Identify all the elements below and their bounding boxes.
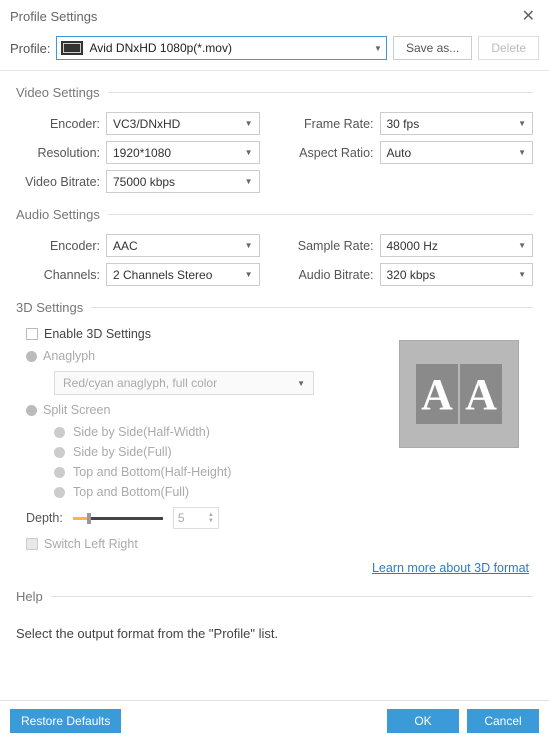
tb-full-label: Top and Bottom(Full) bbox=[73, 485, 189, 499]
depth-slider bbox=[73, 517, 163, 520]
chevron-down-icon: ▼ bbox=[518, 270, 526, 279]
chevron-down-icon: ▼ bbox=[245, 177, 253, 186]
profile-select[interactable]: Avid DNxHD 1080p(*.mov) ▼ bbox=[56, 36, 386, 60]
anaglyph-label: Anaglyph bbox=[43, 349, 95, 363]
resolution-select[interactable]: 1920*1080▼ bbox=[106, 141, 260, 164]
depth-stepper: 5 ▲▼ bbox=[173, 507, 219, 529]
divider bbox=[91, 307, 533, 308]
divider bbox=[108, 92, 533, 93]
enable-3d-checkbox[interactable] bbox=[26, 328, 38, 340]
divider bbox=[108, 214, 533, 215]
profile-format-icon bbox=[61, 41, 83, 55]
tb-half-radio bbox=[54, 467, 65, 478]
switch-lr-label: Switch Left Right bbox=[44, 537, 138, 551]
chevron-down-icon: ▼ bbox=[245, 119, 253, 128]
chevron-down-icon: ▼ bbox=[245, 148, 253, 157]
channels-select[interactable]: 2 Channels Stereo▼ bbox=[106, 263, 260, 286]
resolution-label: Resolution: bbox=[16, 146, 100, 160]
sbs-half-label: Side by Side(Half-Width) bbox=[73, 425, 210, 439]
profile-value: Avid DNxHD 1080p(*.mov) bbox=[89, 41, 374, 55]
frame-rate-select[interactable]: 30 fps▼ bbox=[380, 112, 534, 135]
tb-half-label: Top and Bottom(Half-Height) bbox=[73, 465, 231, 479]
save-as-button[interactable]: Save as... bbox=[393, 36, 472, 60]
audio-encoder-label: Encoder: bbox=[16, 239, 100, 253]
video-bitrate-select[interactable]: 75000 kbps▼ bbox=[106, 170, 260, 193]
profile-label: Profile: bbox=[10, 41, 50, 56]
chevron-down-icon: ▼ bbox=[518, 241, 526, 250]
channels-label: Channels: bbox=[16, 268, 100, 282]
audio-bitrate-label: Audio Bitrate: bbox=[290, 268, 374, 282]
sample-rate-select[interactable]: 48000 Hz▼ bbox=[380, 234, 534, 257]
sbs-full-radio bbox=[54, 447, 65, 458]
aspect-ratio-select[interactable]: Auto▼ bbox=[380, 141, 534, 164]
learn-more-link[interactable]: Learn more about 3D format bbox=[372, 561, 529, 575]
sbs-full-label: Side by Side(Full) bbox=[73, 445, 172, 459]
video-encoder-select[interactable]: VC3/DNxHD▼ bbox=[106, 112, 260, 135]
chevron-down-icon: ▼ bbox=[518, 148, 526, 157]
close-icon[interactable]: ✕ bbox=[518, 6, 539, 26]
enable-3d-label: Enable 3D Settings bbox=[44, 327, 151, 341]
split-screen-radio bbox=[26, 405, 37, 416]
split-screen-label: Split Screen bbox=[43, 403, 110, 417]
delete-button: Delete bbox=[478, 36, 539, 60]
audio-encoder-select[interactable]: AAC▼ bbox=[106, 234, 260, 257]
switch-lr-checkbox bbox=[26, 538, 38, 550]
divider bbox=[51, 596, 533, 597]
audio-settings-title: Audio Settings bbox=[16, 207, 100, 222]
anaglyph-select: Red/cyan anaglyph, full color▼ bbox=[54, 371, 314, 395]
3d-preview: AA bbox=[399, 340, 519, 448]
3d-settings-title: 3D Settings bbox=[16, 300, 83, 315]
stepper-down-icon: ▼ bbox=[208, 518, 214, 524]
depth-label: Depth: bbox=[26, 511, 63, 525]
chevron-down-icon: ▼ bbox=[518, 119, 526, 128]
sample-rate-label: Sample Rate: bbox=[290, 239, 374, 253]
aspect-ratio-label: Aspect Ratio: bbox=[290, 146, 374, 160]
help-title: Help bbox=[16, 589, 43, 604]
ok-button[interactable]: OK bbox=[387, 709, 459, 733]
chevron-down-icon: ▼ bbox=[245, 241, 253, 250]
chevron-down-icon: ▼ bbox=[297, 379, 305, 388]
video-settings-title: Video Settings bbox=[16, 85, 100, 100]
restore-defaults-button[interactable]: Restore Defaults bbox=[10, 709, 121, 733]
anaglyph-radio bbox=[26, 351, 37, 362]
video-bitrate-label: Video Bitrate: bbox=[16, 175, 100, 189]
video-encoder-label: Encoder: bbox=[16, 117, 100, 131]
frame-rate-label: Frame Rate: bbox=[290, 117, 374, 131]
cancel-button[interactable]: Cancel bbox=[467, 709, 539, 733]
tb-full-radio bbox=[54, 487, 65, 498]
help-text: Select the output format from the "Profi… bbox=[0, 616, 549, 651]
sbs-half-radio bbox=[54, 427, 65, 438]
window-title: Profile Settings bbox=[10, 9, 97, 24]
chevron-down-icon: ▼ bbox=[374, 44, 382, 53]
chevron-down-icon: ▼ bbox=[245, 270, 253, 279]
audio-bitrate-select[interactable]: 320 kbps▼ bbox=[380, 263, 534, 286]
